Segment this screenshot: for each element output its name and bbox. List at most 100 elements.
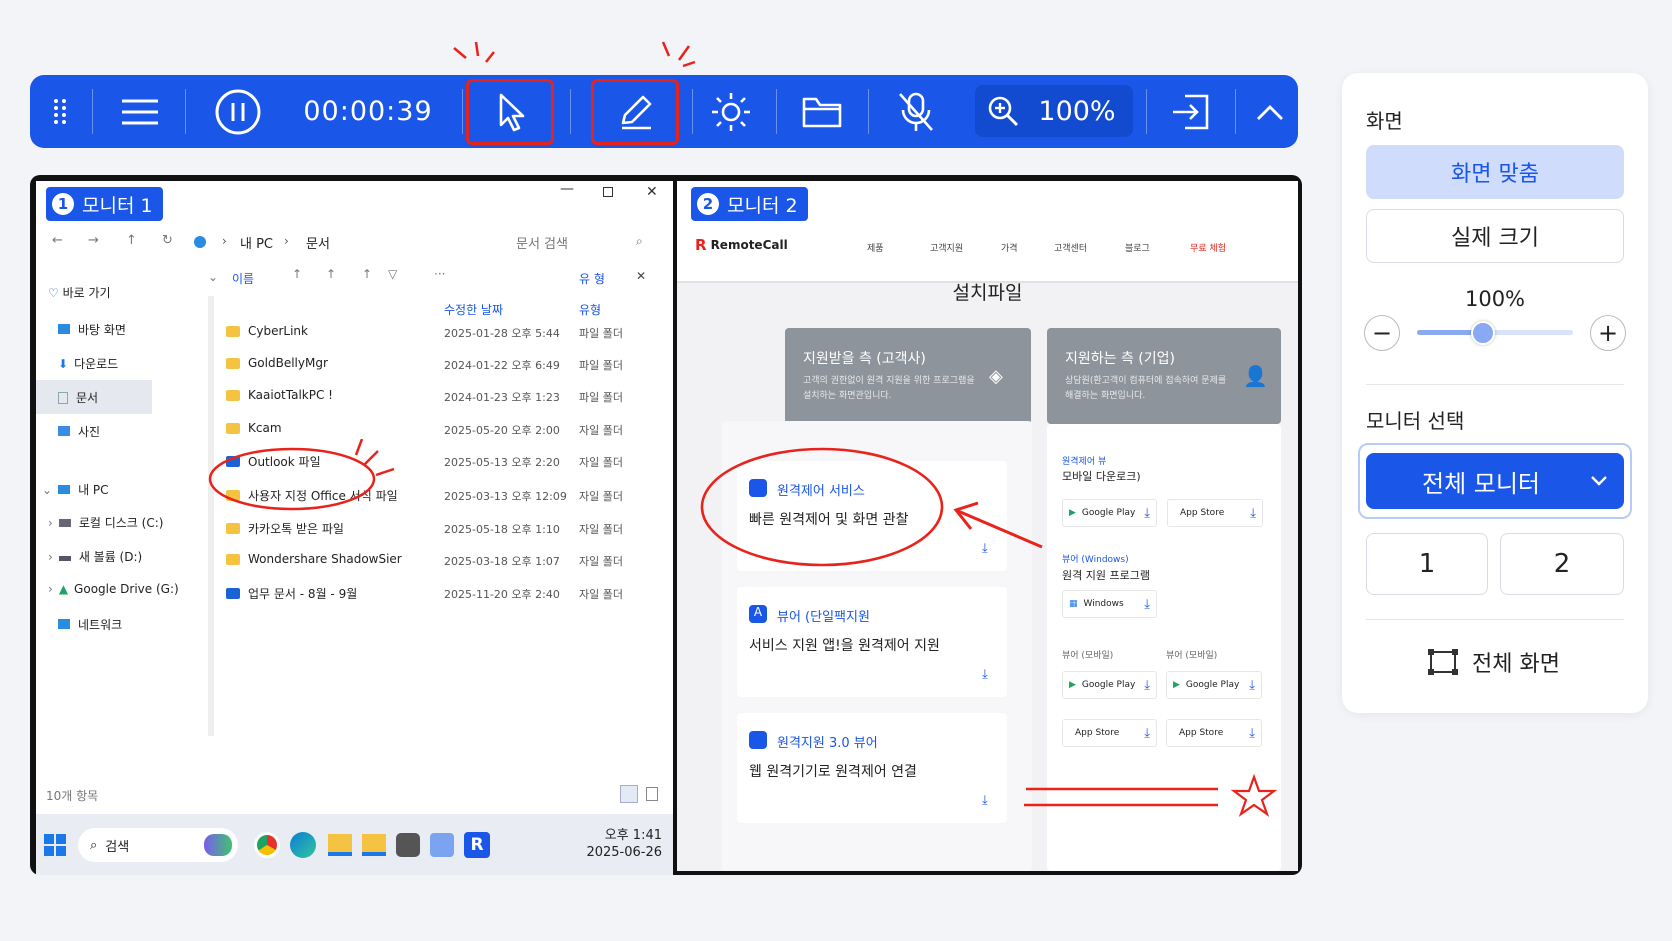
sidebar-item-drive-c[interactable]: › 로컬 디스크 (C:) xyxy=(48,514,163,531)
file-row[interactable]: 업무 문서 - 8월 - 9월 2025-11-20 오후 2:40 자일 폴더 xyxy=(226,585,666,607)
tiles-view-icon[interactable] xyxy=(646,787,658,801)
forward-icon[interactable]: → xyxy=(88,233,99,248)
cursor-icon[interactable] xyxy=(470,83,552,141)
menu-icon[interactable] xyxy=(110,89,170,134)
brightness-icon[interactable] xyxy=(700,87,762,137)
folder-icon[interactable] xyxy=(788,87,856,137)
sort-up-icon[interactable]: ↑ xyxy=(326,267,336,281)
app-store-button[interactable]: App Store ⤓ xyxy=(1062,719,1157,747)
google-play-button[interactable]: ▶ Google Play ⤓ xyxy=(1166,671,1262,699)
column-modified[interactable]: 수정한 날짜 xyxy=(444,301,503,318)
edge-icon[interactable] xyxy=(290,832,316,858)
file-row[interactable]: CyberLink 2025-01-28 오후 5:44 파일 폴더 xyxy=(226,324,666,346)
section-title: 원격 지원 프로그램 xyxy=(1062,569,1150,582)
app-store-button[interactable]: App Store ⤓ xyxy=(1167,499,1263,527)
fullscreen-button[interactable]: 전체 화면 xyxy=(1426,646,1560,678)
up-icon[interactable]: ↑ xyxy=(126,233,137,248)
download-item-viewer-3[interactable]: 원격지원 3.0 뷰어 웹 원격기기로 원격제어 연결 ⤓ xyxy=(737,713,1007,823)
sidebar-item-documents[interactable]: 문서 xyxy=(58,389,98,406)
drag-handle-icon[interactable] xyxy=(40,89,80,134)
file-explorer-icon[interactable] xyxy=(328,834,352,856)
search-icon[interactable]: ⌕ xyxy=(636,234,643,249)
actual-size-button[interactable]: 실제 크기 xyxy=(1366,209,1624,263)
zoom-in-button[interactable]: + xyxy=(1590,315,1626,351)
app-store-button[interactable]: App Store ⤓ xyxy=(1166,719,1262,747)
nav-item[interactable]: 무료 체험 xyxy=(1190,241,1226,254)
fit-screen-button[interactable]: 화면 맞춤 xyxy=(1366,145,1624,199)
file-row[interactable]: GoldBellyMgr 2024-01-22 오후 6:49 파일 폴더 xyxy=(226,356,666,378)
sidebar-item-this-pc[interactable]: ⌄ 내 PC xyxy=(42,481,109,498)
zoom-out-button[interactable]: − xyxy=(1364,315,1400,351)
monitor-1-screen[interactable]: 1 모니터 1 — ✕ ← → ↑ ↻ › 내 PC › 문서 문서 검색 ⌕ ♡… xyxy=(36,181,673,814)
windows-download-button[interactable]: ▦ Windows ⤓ xyxy=(1062,590,1157,618)
exit-icon[interactable] xyxy=(1160,87,1220,137)
monitor-2-screen[interactable]: 2 모니터 2 R RemoteCall 제품 고객지원 가격 고객센터 블로그 무료 체험 … xyxy=(677,181,1298,871)
zoom-slider-thumb[interactable] xyxy=(1470,321,1495,345)
file-type: 자일 폴더 xyxy=(579,424,623,437)
widget-icon[interactable] xyxy=(204,834,232,856)
app-icon[interactable] xyxy=(430,833,454,857)
refresh-icon[interactable]: ↻ xyxy=(162,233,173,248)
pause-icon[interactable] xyxy=(210,85,266,139)
file-explorer-icon[interactable] xyxy=(362,834,386,856)
monitor-select-dropdown[interactable]: 전체 모니터 xyxy=(1366,453,1624,509)
attention-marks xyxy=(453,41,495,63)
agent-side-card: 지원하는 측 (기업) 상담원(환고객이 컴퓨터에 접속하여 문제를 해결하는 … xyxy=(1047,328,1281,424)
nav-item[interactable]: 고객센터 xyxy=(1054,241,1087,254)
file-row[interactable]: Wondershare ShadowSier 2025-03-18 오후 1:07… xyxy=(226,552,666,574)
file-row[interactable]: 카카오톡 받은 파일 2025-05-18 오후 1:10 자일 폴더 xyxy=(226,520,666,542)
sidebar-item-pictures[interactable]: 사진 xyxy=(58,423,100,440)
breadcrumb-chevron-icon: › xyxy=(222,234,227,248)
monitor-2-button[interactable]: 2 xyxy=(1500,533,1624,595)
back-icon[interactable]: ← xyxy=(52,233,63,248)
sidebar-item-network[interactable]: 네트워크 xyxy=(58,616,122,633)
nav-item[interactable]: 고객지원 xyxy=(930,241,963,254)
chevron-up-icon[interactable] xyxy=(1245,87,1295,137)
mic-off-icon[interactable] xyxy=(885,87,947,137)
download-item-viewer[interactable]: A 뷰어 (단일팩지원 서비스 지원 앱!을 원격제어 지원 ⤓ xyxy=(737,587,1007,697)
breadcrumb-item[interactable]: 내 PC xyxy=(240,233,273,252)
sort-up-icon[interactable]: ↑ xyxy=(292,267,302,281)
calculator-icon[interactable] xyxy=(396,833,420,857)
zoom-slider-track[interactable] xyxy=(1417,330,1573,335)
column-type-toggle[interactable]: 유 형 xyxy=(579,270,605,287)
filter-icon[interactable]: ▽ xyxy=(388,267,397,281)
google-play-button[interactable]: ▶ Google Play ⤓ xyxy=(1062,499,1157,527)
chrome-icon[interactable] xyxy=(254,832,280,858)
column-type[interactable]: 유형 xyxy=(579,301,601,318)
remotecall-logo-icon: R xyxy=(695,236,707,254)
more-icon[interactable]: ··· xyxy=(434,267,445,281)
close-button[interactable]: ✕ xyxy=(646,184,658,200)
download-icon[interactable]: ⤓ xyxy=(982,793,988,808)
monitor-1-button[interactable]: 1 xyxy=(1366,533,1488,595)
search-input[interactable]: 문서 검색 xyxy=(516,233,568,252)
sidebar-item-quick-access[interactable]: ♡ 바로 가기 xyxy=(48,284,111,301)
google-play-button[interactable]: ▶ Google Play ⤓ xyxy=(1062,671,1157,699)
sidebar-item-drive-d[interactable]: › 새 볼륨 (D:) xyxy=(48,548,142,565)
column-name[interactable]: 이름 xyxy=(232,270,254,287)
site-logo[interactable]: R RemoteCall xyxy=(695,236,788,254)
sidebar-item-google-drive[interactable]: › ▲ Google Drive (G:) xyxy=(48,582,179,596)
nav-item[interactable]: 가격 xyxy=(1001,241,1018,254)
file-date: 2024-01-22 오후 6:49 xyxy=(444,359,560,372)
customer-side-card: 지원받을 측 (고객사) 고객의 권한없이 원격 지원을 위한 프로그램을 설치… xyxy=(785,328,1031,424)
pen-icon[interactable] xyxy=(595,83,677,141)
download-icon[interactable]: ⤓ xyxy=(982,667,988,682)
maximize-button[interactable] xyxy=(603,187,613,197)
user-icon: 👤 xyxy=(1243,364,1268,388)
remotecall-icon[interactable]: R xyxy=(464,832,490,858)
sidebar-item-desktop[interactable]: 바탕 화면 xyxy=(58,321,126,338)
zoom-control[interactable]: 100% xyxy=(975,85,1133,137)
windows-start-icon[interactable] xyxy=(44,834,66,856)
close-icon[interactable]: ✕ xyxy=(636,269,646,283)
file-row[interactable]: KaaiotTalkPC ! 2024-01-23 오후 1:23 파일 폴더 xyxy=(226,388,666,410)
card-title: 지원받을 측 (고객사) xyxy=(803,351,926,367)
minimize-button[interactable]: — xyxy=(560,181,574,197)
breadcrumb-item[interactable]: 문서 xyxy=(306,233,330,252)
sidebar-item-downloads[interactable]: ⬇ 다운로드 xyxy=(58,355,118,372)
nav-item[interactable]: 블로그 xyxy=(1125,241,1150,254)
file-date: 2024-01-23 오후 1:23 xyxy=(444,391,560,404)
details-view-icon[interactable] xyxy=(620,785,638,803)
sort-up-icon[interactable]: ↑ xyxy=(362,267,372,281)
nav-item[interactable]: 제품 xyxy=(867,241,884,254)
